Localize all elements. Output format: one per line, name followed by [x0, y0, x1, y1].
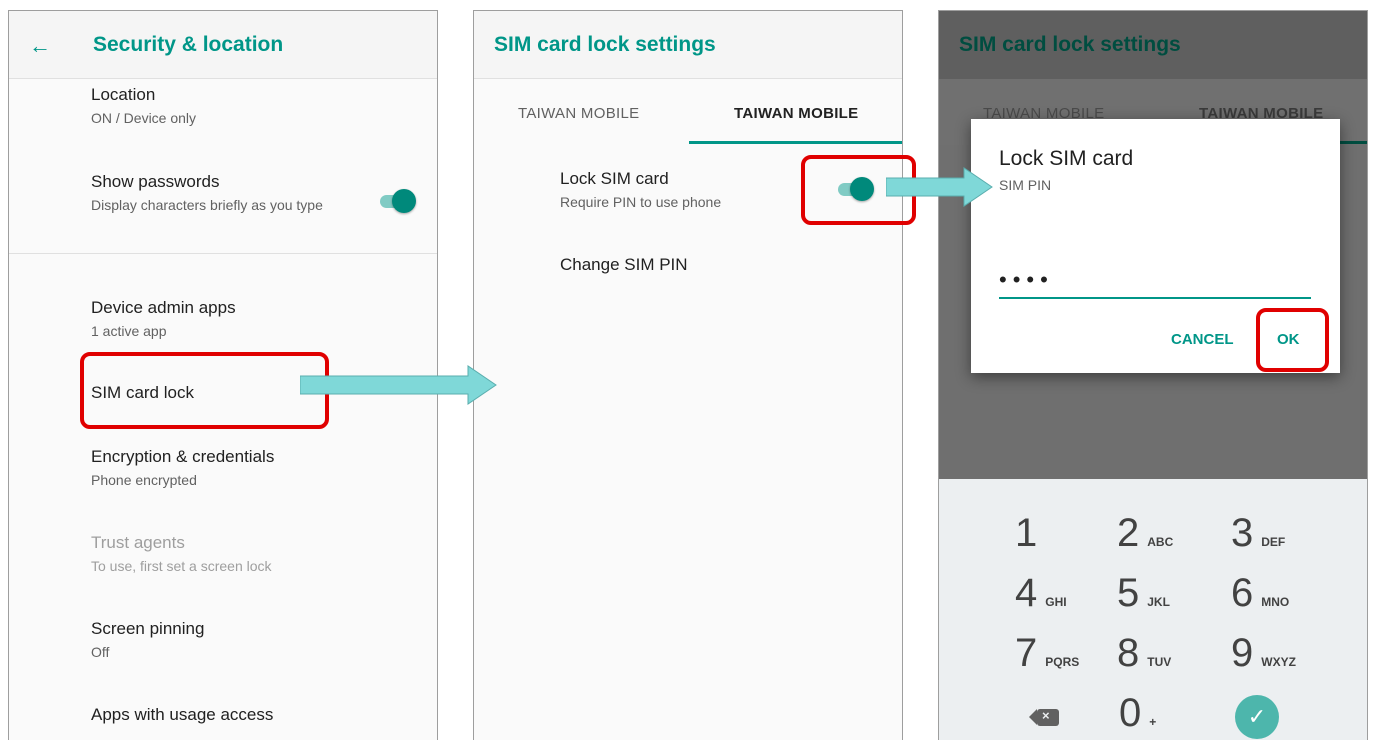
key-5[interactable]: 5 JKL: [1117, 571, 1170, 616]
sim-pin-dialog-screen: SIM card lock settings TAIWAN MOBILE TAI…: [938, 10, 1368, 740]
key-letters: PQRS: [1045, 655, 1080, 669]
setting-change-sim-pin[interactable]: Change SIM PIN: [560, 255, 688, 275]
arrow-shape: [300, 365, 497, 405]
cancel-button[interactable]: CANCEL: [1171, 331, 1234, 348]
key-1[interactable]: 1: [1015, 511, 1045, 556]
setting-device-admin-apps[interactable]: Device admin apps 1 active app: [91, 298, 236, 340]
sim-tabs: TAIWAN MOBILE TAIWAN MOBILE: [474, 79, 902, 145]
key-letters: JKL: [1147, 595, 1170, 609]
page-title: SIM card lock settings: [494, 33, 716, 56]
key-letters: GHI: [1045, 595, 1067, 609]
key-letters: DEF: [1261, 535, 1286, 549]
setting-subtitle: 1 active app: [91, 323, 167, 339]
key-letters: WXYZ: [1261, 655, 1296, 669]
app-bar: SIM card lock settings: [939, 11, 1367, 79]
dialog-subtitle: SIM PIN: [999, 177, 1052, 193]
tab-sim2[interactable]: TAIWAN MOBILE: [734, 105, 858, 122]
setting-title: Apps with usage access: [91, 705, 274, 724]
setting-title: Encryption & credentials: [91, 447, 275, 466]
setting-subtitle: Off: [91, 644, 110, 660]
arrow-to-pin-dialog: [886, 167, 993, 207]
key-4[interactable]: 4 GHI: [1015, 571, 1067, 616]
setting-title: Change SIM PIN: [560, 255, 688, 274]
numeric-keypad: 1 2 ABC 3 DEF 4 GHI 5 JKL 6 MNO 7 PQRS 8 TUV 9W…: [939, 479, 1367, 740]
setting-title: Location: [91, 85, 156, 104]
highlight-box: [1256, 308, 1329, 372]
toggle-thumb: [392, 189, 416, 213]
key-letters: ABC: [1147, 535, 1174, 549]
setting-subtitle: ON / Device only: [91, 110, 197, 126]
section-divider: [9, 253, 437, 254]
arrow-shape: [886, 167, 993, 207]
key-digit: 1: [1015, 511, 1038, 555]
setting-title: Show passwords: [91, 172, 220, 191]
key-0[interactable]: 0 +: [1119, 691, 1156, 736]
key-3[interactable]: 3 DEF: [1231, 511, 1285, 556]
page-title: SIM card lock settings: [959, 33, 1181, 56]
key-digit: 8: [1117, 631, 1140, 675]
key-digit: 7: [1015, 631, 1038, 675]
backspace-key[interactable]: ×: [1029, 708, 1059, 726]
setting-title: Trust agents: [91, 533, 185, 552]
key-digit: 3: [1231, 511, 1254, 555]
checkmark-icon: ✓: [1247, 704, 1267, 729]
key-7[interactable]: 7 PQRS: [1015, 631, 1079, 676]
setting-subtitle: Phone encrypted: [91, 472, 197, 488]
backspace-icon: ×: [1042, 708, 1050, 723]
page-title: Security & location: [93, 33, 284, 56]
dialog-title: Lock SIM card: [999, 147, 1134, 170]
setting-lock-sim-card[interactable]: Lock SIM card Require PIN to use phone: [560, 169, 721, 211]
setting-encryption-credentials[interactable]: Encryption & credentials Phone encrypted: [91, 447, 274, 489]
sim-pin-input[interactable]: ••••: [999, 267, 1311, 299]
sim-lock-settings-screen: SIM card lock settings TAIWAN MOBILE TAI…: [473, 10, 903, 740]
key-letters: TUV: [1147, 655, 1172, 669]
key-digit: 9: [1231, 631, 1254, 675]
setting-show-passwords[interactable]: Show passwords Display characters briefl…: [91, 172, 356, 214]
setting-subtitle: To use, first set a screen lock: [91, 558, 272, 574]
tab-indicator: [689, 141, 902, 144]
setting-subtitle: Display characters briefly as you type: [91, 197, 323, 213]
confirm-key[interactable]: ✓: [1235, 695, 1279, 739]
key-8[interactable]: 8 TUV: [1117, 631, 1171, 676]
tab-sim1[interactable]: TAIWAN MOBILE: [518, 105, 639, 122]
setting-subtitle: Require PIN to use phone: [560, 194, 722, 210]
setting-location[interactable]: Location ON / Device only: [91, 85, 196, 127]
key-digit: 0: [1119, 691, 1142, 735]
show-passwords-toggle[interactable]: [376, 189, 416, 213]
setting-title: Screen pinning: [91, 619, 205, 638]
setting-apps-usage-access[interactable]: Apps with usage access: [91, 705, 273, 725]
arrow-to-sim-settings: [300, 365, 497, 405]
setting-title: Lock SIM card: [560, 169, 669, 188]
setting-title: Device admin apps: [91, 298, 236, 317]
key-6[interactable]: 6 MNO: [1231, 571, 1289, 616]
setting-trust-agents: Trust agents To use, first set a screen …: [91, 533, 272, 575]
key-digit: 2: [1117, 511, 1140, 555]
key-digit: 4: [1015, 571, 1038, 615]
key-letters: +: [1149, 715, 1157, 729]
back-arrow-icon[interactable]: ←: [29, 33, 51, 59]
highlight-box: [80, 352, 329, 429]
key-digit: 6: [1231, 571, 1254, 615]
key-letters: MNO: [1261, 595, 1290, 609]
key-2[interactable]: 2 ABC: [1117, 511, 1173, 556]
app-bar: SIM card lock settings: [474, 11, 902, 79]
key-digit: 5: [1117, 571, 1140, 615]
app-bar: ← Security & location: [9, 11, 437, 79]
key-9[interactable]: 9 WXYZ: [1231, 631, 1296, 676]
setting-screen-pinning[interactable]: Screen pinning Off: [91, 619, 204, 661]
